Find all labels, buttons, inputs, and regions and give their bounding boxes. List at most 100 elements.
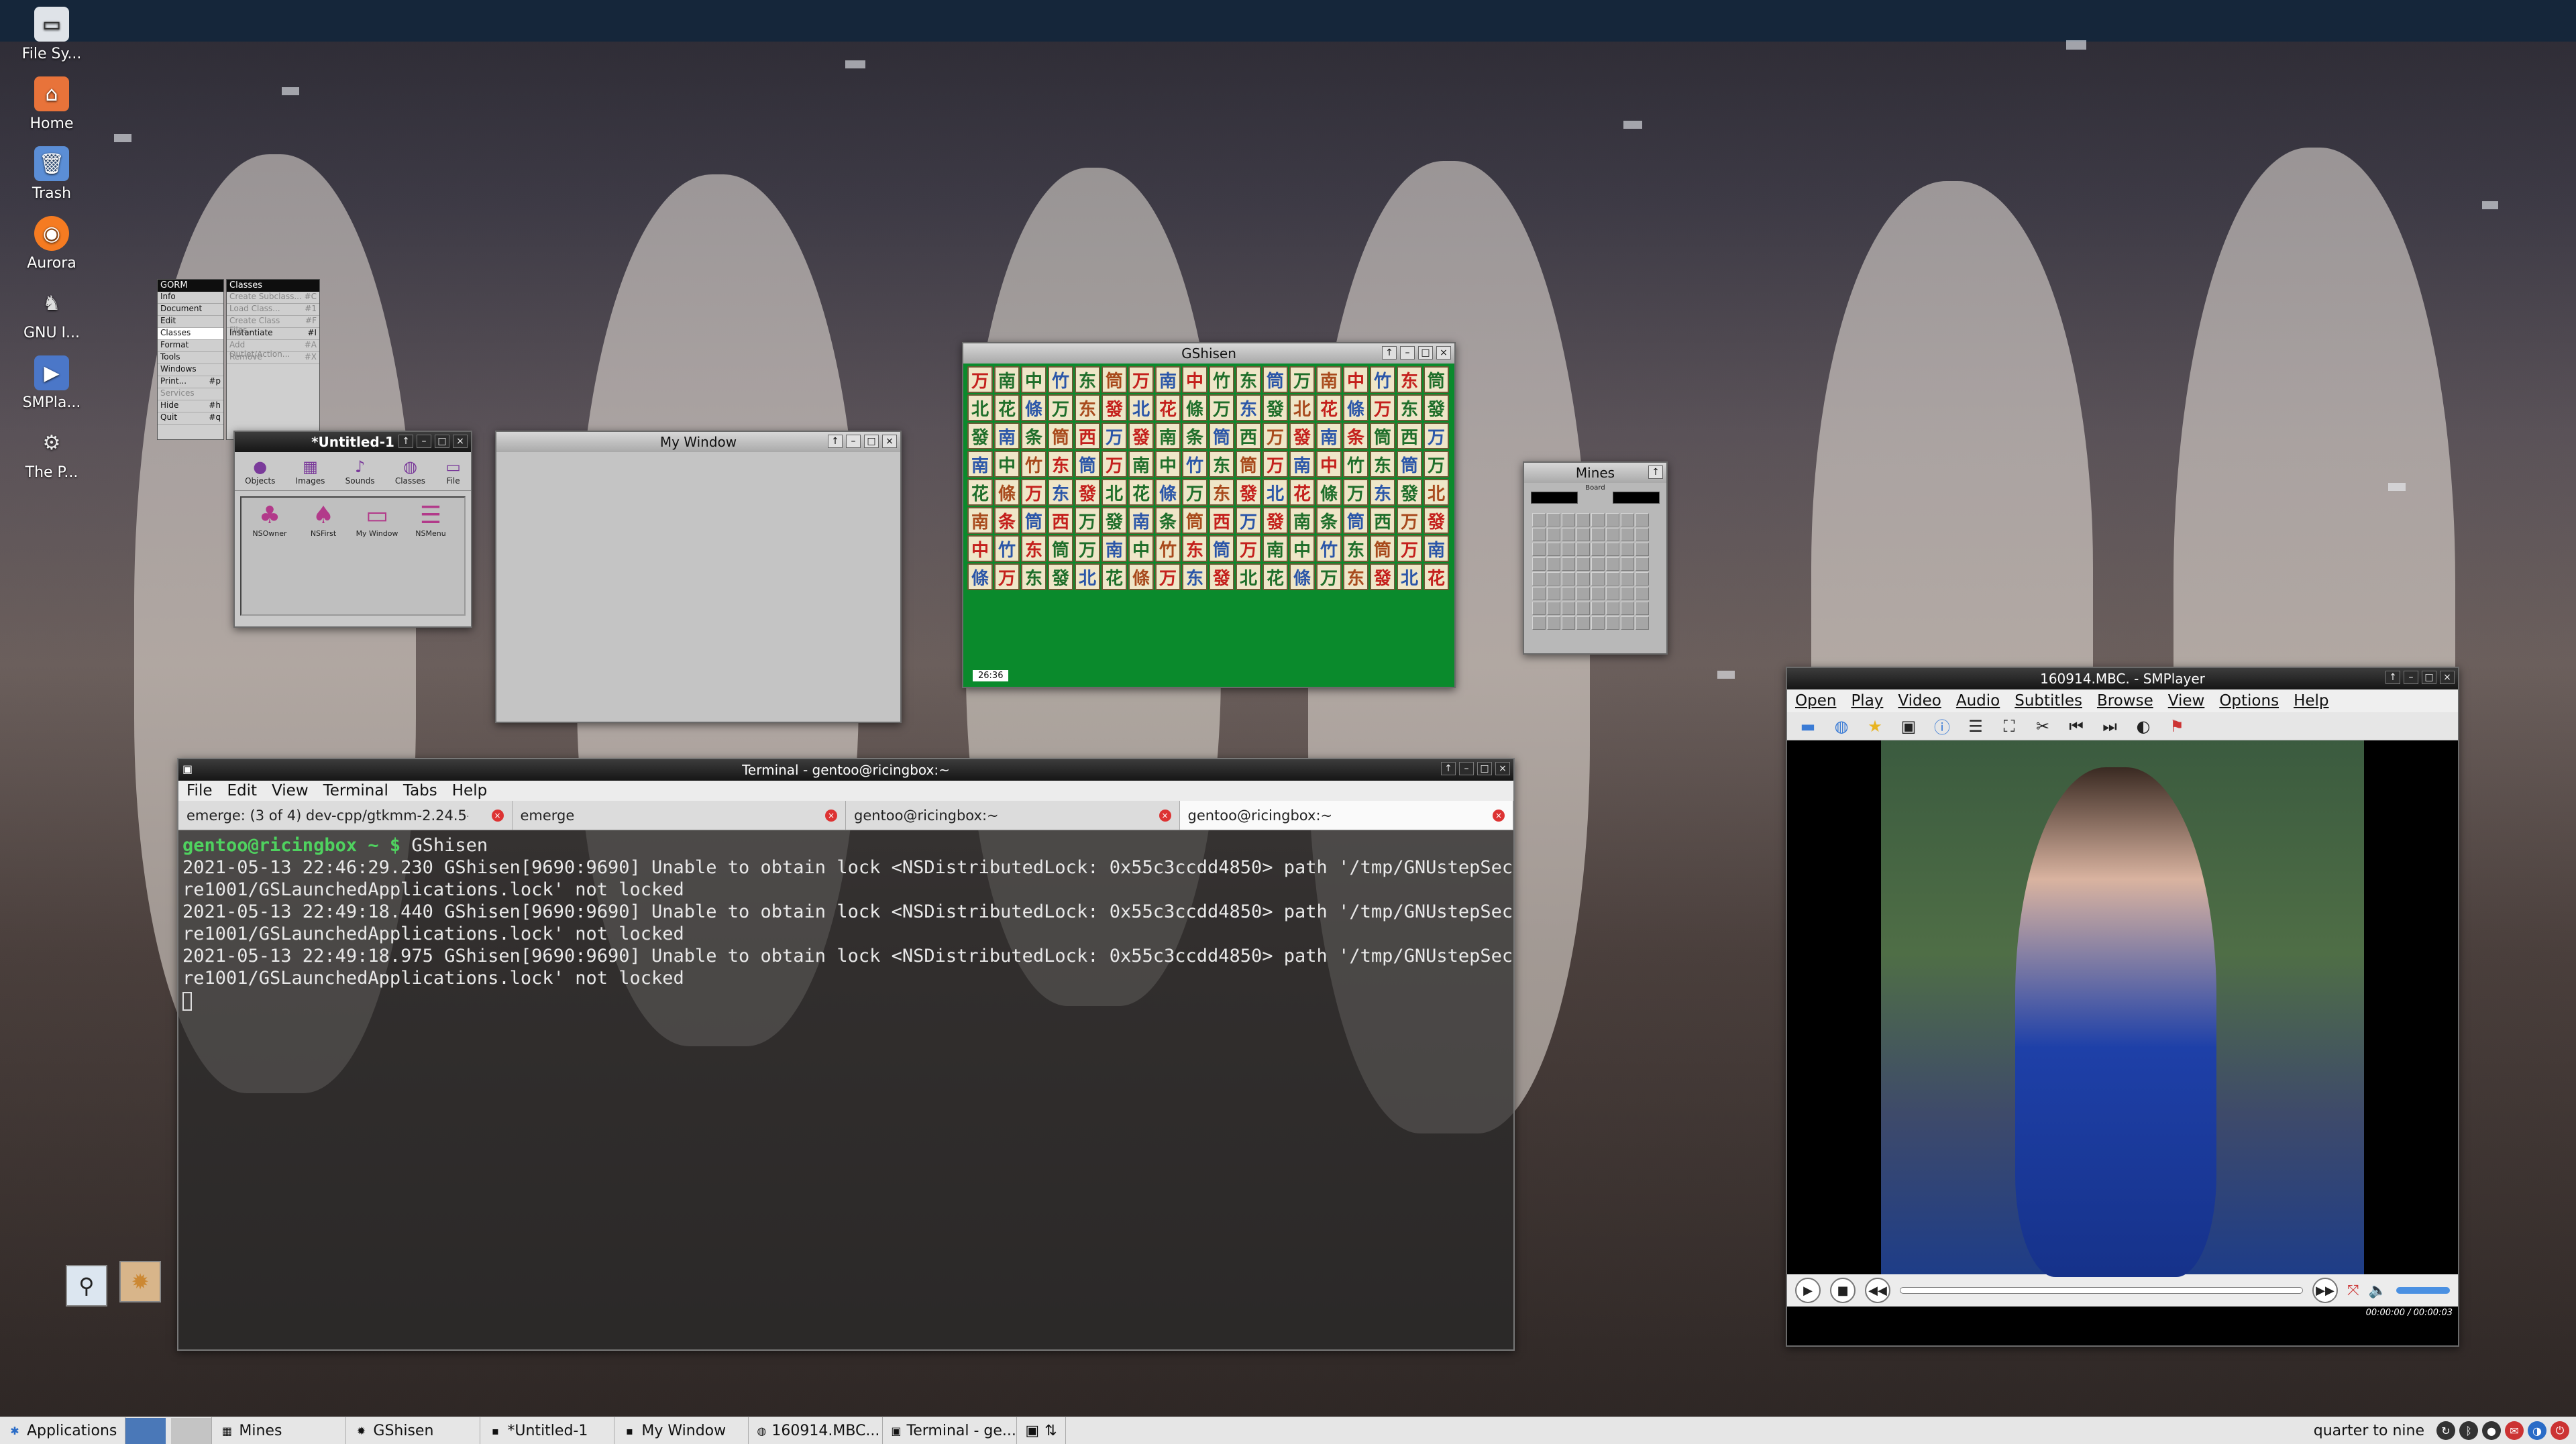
mahjong-tile[interactable]: 北 bbox=[1075, 563, 1100, 590]
gorm-menu-item[interactable]: Tools bbox=[158, 352, 223, 364]
close-button[interactable]: × bbox=[453, 435, 468, 448]
mine-cell[interactable] bbox=[1547, 572, 1560, 586]
mahjong-tile[interactable]: 东 bbox=[1370, 479, 1395, 506]
mahjong-tile[interactable]: 南 bbox=[1128, 451, 1154, 478]
gorm-menu-item[interactable]: Hide #h bbox=[158, 400, 223, 412]
mahjong-tile[interactable]: 竹 bbox=[1209, 366, 1234, 393]
gorm-menu-item[interactable]: Document bbox=[158, 304, 223, 316]
network-manager-icon[interactable]: ◑ bbox=[2528, 1421, 2546, 1440]
maximize-button[interactable]: □ bbox=[1477, 762, 1492, 775]
mine-cell[interactable] bbox=[1591, 557, 1605, 571]
mahjong-tile[interactable]: 竹 bbox=[1155, 535, 1181, 562]
mahjong-tile[interactable]: 中 bbox=[1155, 451, 1181, 478]
mine-cell[interactable] bbox=[1562, 528, 1575, 541]
close-tab-icon[interactable]: × bbox=[1493, 809, 1505, 822]
mahjong-tile[interactable]: 花 bbox=[1128, 479, 1154, 506]
mahjong-tile[interactable]: 中 bbox=[1128, 535, 1154, 562]
mahjong-tile[interactable]: 北 bbox=[1397, 563, 1422, 590]
gorm-tab-file[interactable]: ▭ File bbox=[445, 457, 461, 486]
mahjong-tile[interactable]: 万 bbox=[1424, 423, 1449, 449]
mine-cell[interactable] bbox=[1576, 572, 1590, 586]
roll-button[interactable]: ↑ bbox=[1382, 346, 1397, 359]
mahjong-tile[interactable]: 筒 bbox=[1424, 366, 1449, 393]
mine-cell[interactable] bbox=[1606, 513, 1619, 526]
mahjong-tile[interactable]: 發 bbox=[1289, 423, 1315, 449]
mahjong-tile[interactable]: 西 bbox=[1370, 507, 1395, 534]
mahjong-tile[interactable]: 万 bbox=[967, 366, 993, 393]
classes-menu-item[interactable]: Add Outlet/Action... #A bbox=[227, 340, 319, 359]
mine-cell[interactable] bbox=[1532, 572, 1546, 586]
mine-cell[interactable] bbox=[1547, 543, 1560, 556]
mine-cell[interactable] bbox=[1562, 543, 1575, 556]
terminal-output[interactable]: gentoo@ricingbox ~ $ GShisen 2021-05-13 … bbox=[178, 830, 1513, 1367]
mahjong-tile[interactable]: 南 bbox=[1316, 366, 1342, 393]
mahjong-tile[interactable]: 竹 bbox=[1316, 535, 1342, 562]
mahjong-tile[interactable]: 条 bbox=[994, 507, 1020, 534]
next-icon[interactable]: ⏭ bbox=[2100, 716, 2120, 736]
mahjong-tile[interactable]: 發 bbox=[1370, 563, 1395, 590]
mahjong-tile[interactable]: 條 bbox=[1316, 479, 1342, 506]
mine-cell[interactable] bbox=[1621, 513, 1634, 526]
mahjong-tile[interactable]: 發 bbox=[1209, 563, 1234, 590]
mahjong-tile[interactable]: 西 bbox=[1397, 423, 1422, 449]
fullscreen-toggle-icon[interactable]: ⤧ bbox=[2347, 1282, 2359, 1299]
taskbar-task[interactable]: ▦ Mines bbox=[212, 1417, 347, 1444]
window-list-icon[interactable]: ▣ bbox=[1025, 1423, 1039, 1439]
desktop-icon-filesystem[interactable]: ▭ File Sy... bbox=[9, 7, 94, 76]
mine-cell[interactable] bbox=[1547, 528, 1560, 541]
mine-cell[interactable] bbox=[1635, 616, 1649, 630]
info-icon[interactable]: ⓘ bbox=[1932, 716, 1952, 737]
mahjong-tile[interactable]: 条 bbox=[1021, 423, 1046, 449]
mine-cell[interactable] bbox=[1591, 602, 1605, 615]
mine-cell[interactable] bbox=[1547, 587, 1560, 600]
mine-cell[interactable] bbox=[1621, 543, 1634, 556]
minimize-button[interactable]: – bbox=[1400, 346, 1415, 359]
mine-cell[interactable] bbox=[1562, 557, 1575, 571]
mahjong-tile[interactable]: 筒 bbox=[1048, 535, 1073, 562]
mahjong-tile[interactable]: 万 bbox=[994, 563, 1020, 590]
mine-cell[interactable] bbox=[1547, 602, 1560, 615]
mine-cell[interactable] bbox=[1621, 528, 1634, 541]
mahjong-tile[interactable]: 东 bbox=[1397, 394, 1422, 421]
network-icon[interactable]: ⚑ bbox=[2167, 716, 2187, 736]
mine-cell[interactable] bbox=[1562, 602, 1575, 615]
close-button[interactable]: × bbox=[2440, 671, 2455, 684]
notification-tray-icon[interactable]: ● bbox=[2482, 1421, 2501, 1440]
gshisen-titlebar[interactable]: GShisen ↑ – □ × bbox=[963, 343, 1454, 364]
mahjong-tile[interactable]: 东 bbox=[1343, 563, 1368, 590]
mahjong-tile[interactable]: 筒 bbox=[1263, 366, 1288, 393]
mahjong-tile[interactable]: 中 bbox=[1021, 366, 1046, 393]
mahjong-tile[interactable]: 南 bbox=[1289, 507, 1315, 534]
mahjong-tile[interactable]: 條 bbox=[1128, 563, 1154, 590]
mine-cell[interactable] bbox=[1562, 616, 1575, 630]
mahjong-tile[interactable]: 花 bbox=[1316, 394, 1342, 421]
close-tab-icon[interactable]: × bbox=[825, 809, 837, 822]
mahjong-tile[interactable]: 筒 bbox=[1209, 535, 1234, 562]
mahjong-tile[interactable]: 南 bbox=[1155, 423, 1181, 449]
smplayer-menu-video[interactable]: Video bbox=[1898, 692, 1941, 710]
mahjong-tile[interactable]: 發 bbox=[967, 423, 993, 449]
mahjong-tile[interactable]: 东 bbox=[1021, 563, 1046, 590]
mine-cell[interactable] bbox=[1591, 616, 1605, 630]
mahjong-tile[interactable]: 發 bbox=[1397, 479, 1422, 506]
mahjong-tile[interactable]: 發 bbox=[1128, 423, 1154, 449]
mine-cell[interactable] bbox=[1532, 543, 1546, 556]
mine-cell[interactable] bbox=[1532, 557, 1546, 571]
updates-tray-icon[interactable]: ↻ bbox=[2436, 1421, 2455, 1440]
gorm-menu-item[interactable]: Windows bbox=[158, 364, 223, 376]
mahjong-tile[interactable]: 条 bbox=[1155, 507, 1181, 534]
taskbar-task[interactable]: ◍ 160914.MBC... bbox=[749, 1417, 883, 1444]
mine-cell[interactable] bbox=[1532, 602, 1546, 615]
mahjong-tile[interactable]: 万 bbox=[1102, 423, 1127, 449]
clock[interactable]: quarter to nine bbox=[2314, 1423, 2424, 1439]
desktop-icon-settings[interactable]: ⚙ The P... bbox=[9, 425, 94, 495]
terminal-tab[interactable]: gentoo@ricingbox:~ × bbox=[846, 801, 1180, 830]
mahjong-tile[interactable]: 万 bbox=[1209, 394, 1234, 421]
gorm-tab-objects[interactable]: ● Objects bbox=[245, 457, 275, 486]
terminal-titlebar[interactable]: ▣ Terminal - gentoo@ricingbox:~ ↑ – □ × bbox=[178, 759, 1513, 781]
mahjong-tile[interactable]: 條 bbox=[1343, 394, 1368, 421]
terminal-tab[interactable]: emerge × bbox=[513, 801, 846, 830]
mahjong-tile[interactable]: 北 bbox=[1289, 394, 1315, 421]
mahjong-tile[interactable]: 万 bbox=[1182, 479, 1208, 506]
mahjong-tile[interactable]: 南 bbox=[967, 507, 993, 534]
